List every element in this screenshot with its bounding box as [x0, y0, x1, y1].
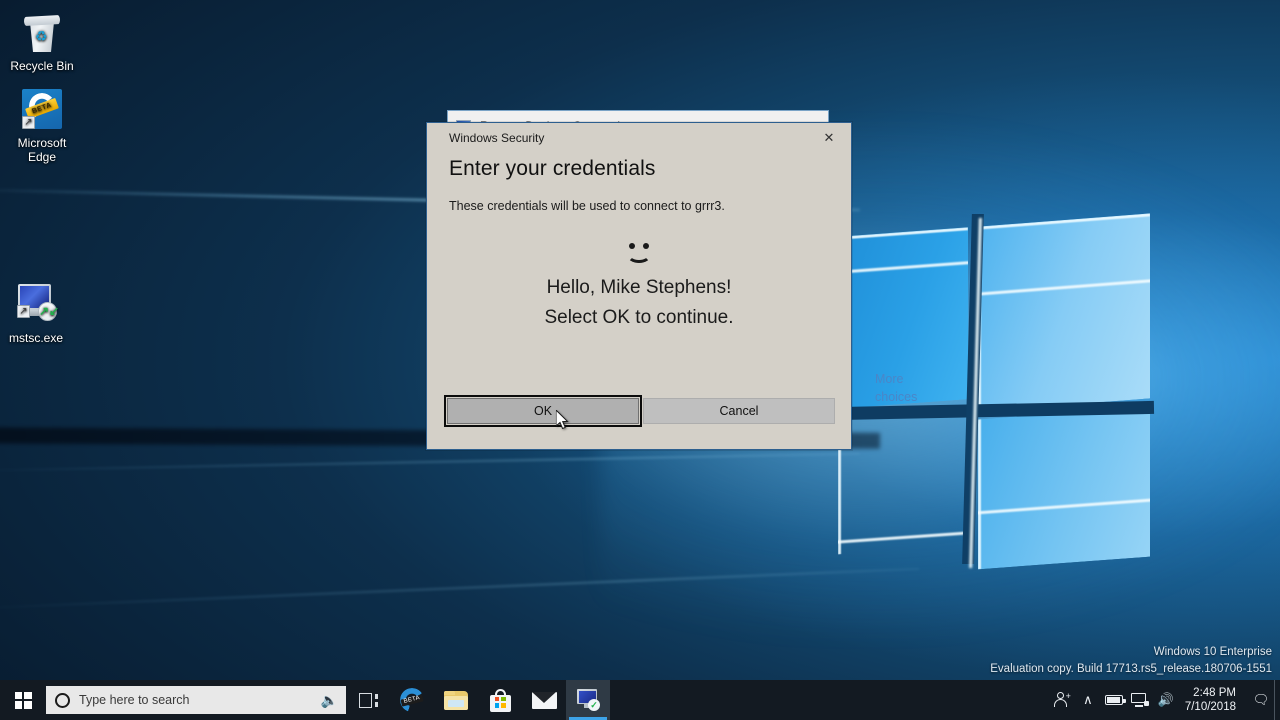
- taskbar-button-mail[interactable]: [522, 680, 566, 720]
- more-choices-link[interactable]: More choices: [875, 372, 917, 404]
- clock-date: 7/10/2018: [1185, 700, 1236, 714]
- taskbar[interactable]: Type here to search 🔈 BETA ✓: [0, 680, 1280, 720]
- shortcut-arrow-icon: ↗: [22, 116, 35, 129]
- evaluation-watermark: Windows 10 Enterprise Evaluation copy. B…: [990, 644, 1272, 678]
- edge-beta-icon: BETA: [400, 688, 424, 712]
- ok-button[interactable]: OK: [447, 398, 639, 424]
- people-icon[interactable]: +: [1049, 680, 1075, 720]
- show-hidden-icons-chevron-icon[interactable]: ∧: [1075, 680, 1101, 720]
- dialog-button-row: OK Cancel: [447, 398, 835, 424]
- logo-pane-top-right: [978, 213, 1150, 411]
- taskbar-button-microsoft-store[interactable]: [478, 680, 522, 720]
- show-desktop-button[interactable]: [1274, 680, 1280, 720]
- smiley-face-icon: [624, 243, 654, 265]
- hello-greeting: Hello, Mike Stephens!: [427, 273, 851, 303]
- task-view-icon: [359, 693, 378, 708]
- desktop-icon-label: Recycle Bin: [0, 59, 84, 73]
- desktop-icon-label: Microsoft: [0, 136, 84, 150]
- rdp-connector-badge-icon: ✓: [588, 699, 600, 711]
- remote-desktop-icon: ✓: [576, 689, 600, 711]
- remote-desktop-icon: ↗↙ ↗: [0, 280, 78, 328]
- desktop-icon-label: Edge: [0, 150, 84, 164]
- edge-beta-icon: BETA ↗: [0, 85, 84, 133]
- desktop-icon-label: mstsc.exe: [0, 331, 78, 345]
- recycle-bin-icon: ♻: [0, 8, 84, 56]
- desktop-icon-microsoft-edge[interactable]: BETA ↗ Microsoft Edge: [0, 85, 84, 164]
- dialog-title: Windows Security: [449, 131, 807, 145]
- logo-pane-bottom-left: [838, 413, 968, 554]
- more-choices-container: More choices: [875, 370, 917, 406]
- desktop-icon-mstsc-exe[interactable]: ↗↙ ↗ mstsc.exe: [0, 280, 78, 345]
- windows-logo-icon: [15, 692, 32, 709]
- action-center-icon[interactable]: 🗨: [1248, 680, 1274, 720]
- folder-icon: [444, 691, 468, 710]
- watermark-line-1: Windows 10 Enterprise: [990, 644, 1272, 661]
- windows-hello-section: Hello, Mike Stephens! Select OK to conti…: [427, 243, 851, 333]
- start-button[interactable]: [0, 680, 46, 720]
- battery-icon[interactable]: [1101, 680, 1127, 720]
- taskbar-button-task-view[interactable]: [346, 680, 390, 720]
- taskbar-button-remote-desktop[interactable]: ✓: [566, 680, 610, 720]
- logo-pane-bottom-right: [978, 407, 1150, 570]
- taskbar-button-microsoft-edge[interactable]: BETA: [390, 680, 434, 720]
- rdp-connector-badge-icon: ↗↙: [38, 302, 57, 321]
- search-placeholder: Type here to search: [79, 693, 321, 707]
- cortana-circle-icon: [55, 693, 70, 708]
- microphone-icon[interactable]: 🔈: [321, 692, 338, 709]
- windows-security-dialog[interactable]: Windows Security ✕ Enter your credential…: [426, 122, 852, 450]
- taskbar-button-file-explorer[interactable]: [434, 680, 478, 720]
- clock-time: 2:48 PM: [1185, 686, 1236, 700]
- desktop-icon-recycle-bin[interactable]: ♻ Recycle Bin: [0, 8, 84, 73]
- dialog-title-bar: Windows Security ✕: [427, 123, 851, 153]
- watermark-line-2: Evaluation copy. Build 17713.rs5_release…: [990, 661, 1272, 678]
- network-monitor-icon[interactable]: [1127, 680, 1153, 720]
- hello-instruction: Select OK to continue.: [427, 303, 851, 333]
- desktop[interactable]: ♻ Recycle Bin BETA ↗ Microsoft Edge ↗↙ ↗…: [0, 0, 1280, 720]
- system-tray[interactable]: + ∧ 🔊 2:48 PM 7/10/2018 🗨: [1049, 680, 1280, 720]
- envelope-icon: [532, 692, 557, 709]
- volume-icon[interactable]: 🔊: [1153, 680, 1179, 720]
- clock[interactable]: 2:48 PM 7/10/2018: [1179, 686, 1248, 714]
- store-bag-icon: [490, 689, 511, 712]
- dialog-subtitle: These credentials will be used to connec…: [427, 181, 851, 213]
- cancel-button[interactable]: Cancel: [643, 398, 835, 424]
- dialog-heading: Enter your credentials: [427, 153, 851, 181]
- search-input[interactable]: Type here to search 🔈: [46, 686, 346, 714]
- close-icon[interactable]: ✕: [807, 123, 851, 153]
- shortcut-arrow-icon: ↗: [17, 305, 30, 318]
